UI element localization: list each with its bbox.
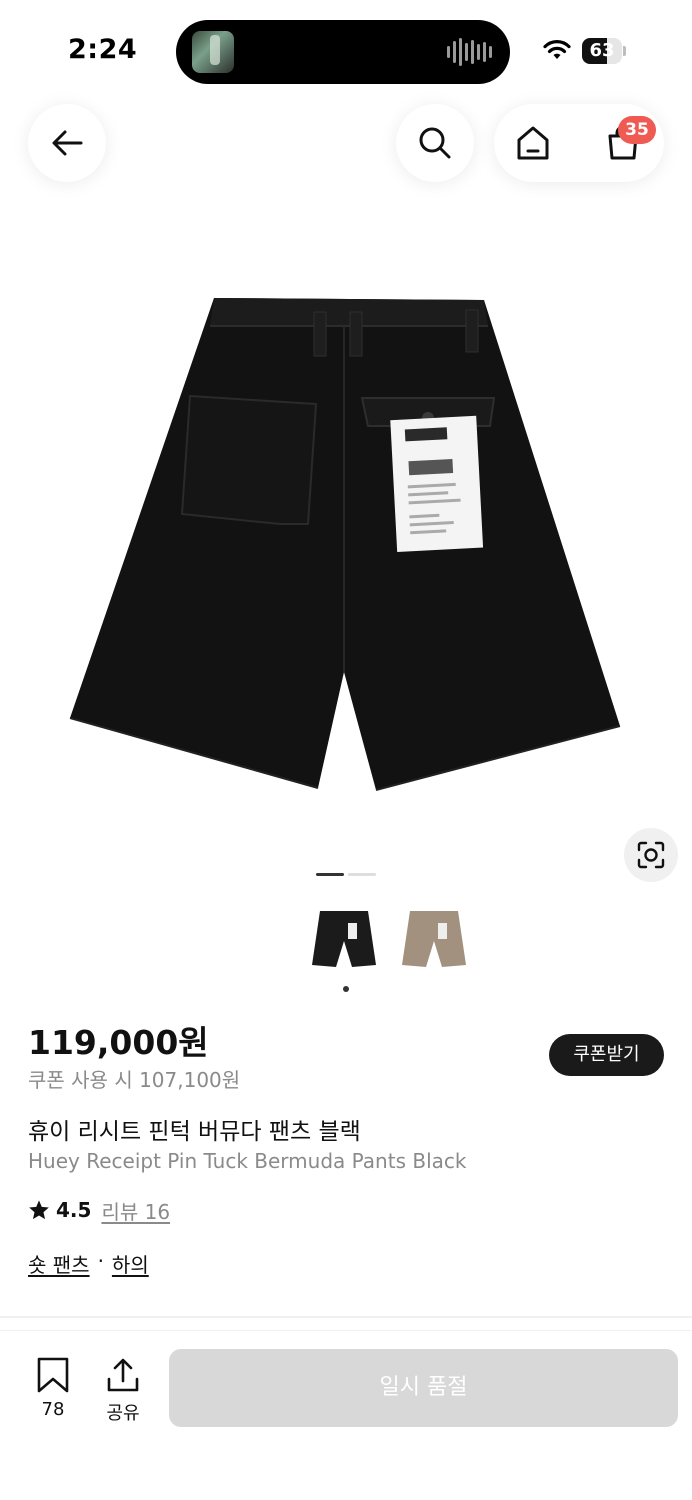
breadcrumb: 숏 팬츠 · 하의 xyxy=(28,1249,149,1278)
search-button[interactable] xyxy=(396,104,474,182)
bottom-action-bar: 78 공유 일시 품절 xyxy=(0,1330,692,1500)
status-time: 2:24 xyxy=(68,34,138,65)
share-button[interactable]: 공유 xyxy=(94,1357,152,1425)
thumbnail-black[interactable] xyxy=(308,905,380,975)
product-price: 119,000원 xyxy=(28,1023,209,1062)
rating-score: 4.5 xyxy=(56,1198,92,1222)
battery-indicator: 63 xyxy=(582,38,626,64)
page-dot-active xyxy=(316,873,344,876)
like-button[interactable]: 78 xyxy=(24,1357,82,1420)
star-icon xyxy=(29,1200,49,1220)
battery-percent: 63 xyxy=(589,40,615,61)
thumbnail-beige[interactable] xyxy=(398,905,470,975)
bookmark-icon xyxy=(37,1357,69,1393)
sold-out-button[interactable]: 일시 품절 xyxy=(169,1349,678,1427)
visual-search-button[interactable] xyxy=(624,828,678,882)
search-icon xyxy=(419,127,451,159)
get-coupon-button[interactable]: 쿠폰받기 xyxy=(549,1034,664,1076)
category-link-shorts[interactable]: 숏 팬츠 xyxy=(28,1249,90,1278)
rating-row: 4.5 리뷰 16 xyxy=(28,1196,170,1224)
selected-thumbnail-dot xyxy=(343,986,349,992)
home-button[interactable] xyxy=(512,122,554,164)
camera-lens-icon xyxy=(637,841,665,869)
share-icon xyxy=(107,1358,139,1392)
review-link[interactable]: 리뷰 16 xyxy=(101,1196,170,1225)
audio-waveform-icon xyxy=(447,38,492,66)
dynamic-island[interactable] xyxy=(176,20,510,84)
category-link-bottoms[interactable]: 하의 xyxy=(112,1249,149,1278)
wifi-icon xyxy=(542,38,572,66)
product-name-english: Huey Receipt Pin Tuck Bermuda Pants Blac… xyxy=(28,1149,467,1173)
section-divider xyxy=(0,1316,692,1318)
back-button[interactable] xyxy=(28,104,106,182)
product-name-korean: 휴이 리시트 핀턱 버뮤다 팬츠 블랙 xyxy=(28,1119,361,1145)
color-thumbnails xyxy=(308,905,470,975)
carousel-page-indicator xyxy=(316,873,376,876)
status-bar: 2:24 63 xyxy=(0,0,692,100)
coupon-price: 쿠폰 사용 시 107,100원 xyxy=(28,1068,241,1092)
home-icon xyxy=(517,126,549,160)
now-playing-artwork xyxy=(192,31,234,73)
page-dot xyxy=(348,873,376,876)
cart-count-badge: 35 xyxy=(618,116,656,144)
like-count: 78 xyxy=(41,1399,65,1420)
back-arrow-icon xyxy=(52,130,83,156)
share-label: 공유 xyxy=(106,1403,140,1424)
product-main-image[interactable] xyxy=(0,230,692,850)
breadcrumb-separator: · xyxy=(97,1249,104,1273)
